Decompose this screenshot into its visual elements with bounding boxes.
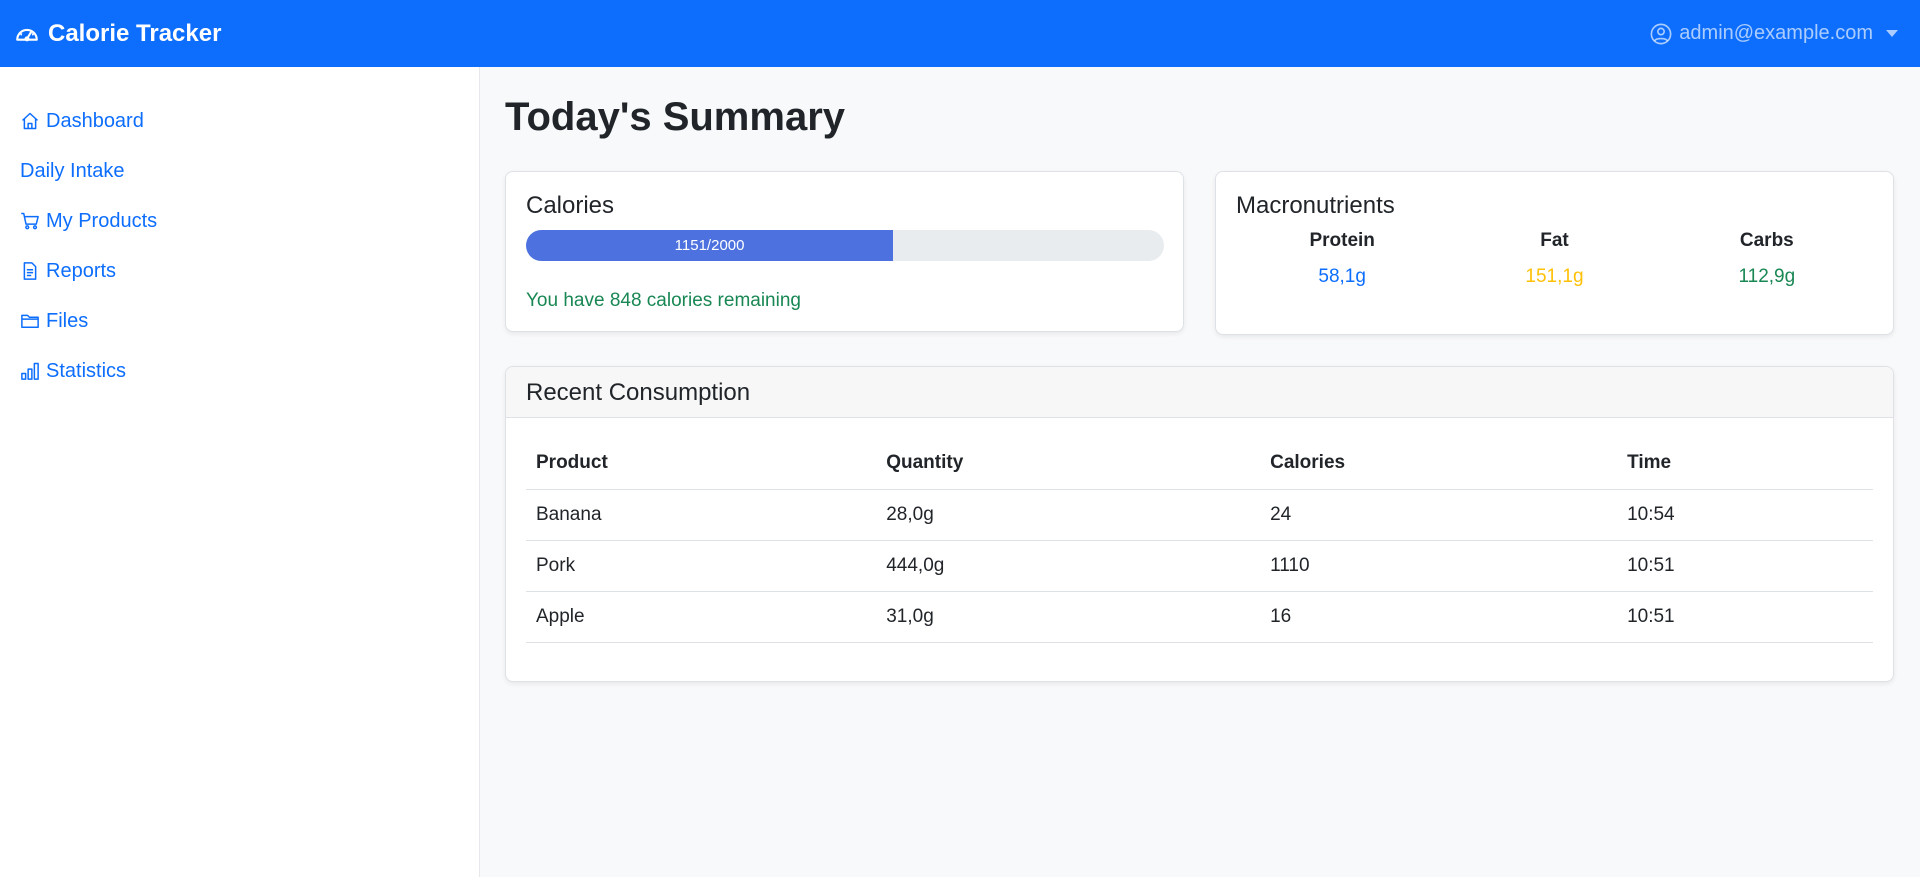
macro-protein: Protein 58,1g	[1236, 230, 1448, 288]
sidebar-item-label: Reports	[46, 259, 117, 282]
macro-grid: Protein 58,1g Fat 151,1g Carbs 112,9g	[1236, 230, 1873, 288]
cell-quantity: 28,0g	[876, 489, 1261, 541]
column-header-time: Time	[1617, 438, 1873, 490]
macro-label: Fat	[1540, 230, 1569, 251]
table-header-row: Product Quantity Calories Time	[526, 438, 1873, 490]
page-title: Today's Summary	[505, 95, 845, 139]
cell-calories: 24	[1260, 489, 1618, 541]
calories-card: Calories 1151/2000 You have 848 calories…	[505, 171, 1184, 332]
macro-carbs: Carbs 112,9g	[1661, 230, 1873, 288]
sidebar-item-reports[interactable]: Reports	[0, 246, 479, 296]
cell-quantity: 444,0g	[876, 540, 1261, 592]
cell-time: 10:54	[1617, 489, 1873, 541]
cell-time: 10:51	[1617, 591, 1873, 643]
recent-consumption-body: Product Quantity Calories Time Banana 28…	[506, 418, 1893, 663]
macro-label: Carbs	[1739, 230, 1794, 251]
speedometer-icon	[16, 28, 38, 41]
calories-progress-fill: 1151/2000	[526, 230, 894, 261]
sidebar-item-label: Statistics	[46, 359, 127, 382]
recent-consumption-title: Recent Consumption	[526, 379, 751, 406]
sidebar-item-dashboard[interactable]: Dashboard	[0, 96, 479, 146]
cell-product: Pork	[526, 540, 877, 592]
cart-icon	[21, 212, 39, 230]
macro-label: Protein	[1309, 230, 1375, 251]
column-header-quantity: Quantity	[876, 438, 1261, 490]
table-row: Apple 31,0g 16 10:51	[526, 591, 1873, 643]
navbar: Calorie Tracker admin@example.com	[0, 0, 1920, 67]
sidebar: Dashboard Daily Intake My Products Repor…	[0, 67, 480, 877]
main-content: Today's Summary Calories 1151/2000 You h…	[481, 67, 1920, 877]
table-row: Banana 28,0g 24 10:54	[526, 489, 1873, 541]
calories-title: Calories	[526, 192, 615, 219]
macro-fat: Fat 151,1g	[1448, 230, 1660, 288]
consumption-table: Product Quantity Calories Time Banana 28…	[526, 438, 1873, 643]
sidebar-item-statistics[interactable]: Statistics	[0, 346, 479, 396]
macronutrients-card: Macronutrients Protein 58,1g Fat 151,1g …	[1215, 171, 1894, 335]
user-email: admin@example.com	[1679, 22, 1873, 44]
brand-link[interactable]: Calorie Tracker	[14, 20, 221, 48]
recent-consumption-card: Recent Consumption Product Quantity Calo…	[505, 366, 1894, 682]
cell-calories: 1110	[1260, 540, 1618, 592]
folder-icon	[21, 314, 39, 328]
brand-name: Calorie Tracker	[48, 19, 222, 47]
column-header-calories: Calories	[1260, 438, 1618, 490]
cell-product: Banana	[526, 489, 877, 541]
sidebar-item-label: My Products	[46, 209, 158, 232]
macro-value: 58,1g	[1318, 266, 1366, 287]
macro-value: 151,1g	[1525, 266, 1584, 287]
user-menu-toggle[interactable]: admin@example.com	[1650, 22, 1906, 45]
sidebar-item-label: Dashboard	[46, 109, 144, 132]
sidebar-item-my-products[interactable]: My Products	[0, 196, 479, 246]
table-row: Pork 444,0g 1110 10:51	[526, 540, 1873, 592]
caret-down-icon	[1886, 30, 1898, 37]
cell-quantity: 31,0g	[876, 591, 1261, 643]
cell-time: 10:51	[1617, 540, 1873, 592]
sidebar-item-daily-intake[interactable]: Daily Intake	[0, 146, 479, 196]
column-header-product: Product	[526, 438, 877, 490]
calories-progress-label: 1151/2000	[674, 237, 745, 254]
macronutrients-title: Macronutrients	[1236, 192, 1395, 219]
calories-progress-bar: 1151/2000	[526, 230, 1164, 261]
macro-value: 112,9g	[1738, 266, 1796, 287]
person-circle-icon	[1650, 23, 1672, 44]
sidebar-item-label: Daily Intake	[20, 159, 125, 182]
cell-calories: 16	[1260, 591, 1618, 643]
bar-chart-icon	[21, 362, 39, 380]
file-text-icon	[23, 262, 37, 280]
sidebar-item-files[interactable]: Files	[0, 296, 479, 346]
sidebar-item-label: Files	[46, 309, 89, 332]
calories-remaining-text: You have 848 calories remaining	[526, 290, 801, 311]
recent-consumption-header: Recent Consumption	[506, 367, 1893, 418]
house-icon	[21, 112, 39, 130]
cell-product: Apple	[526, 591, 877, 643]
